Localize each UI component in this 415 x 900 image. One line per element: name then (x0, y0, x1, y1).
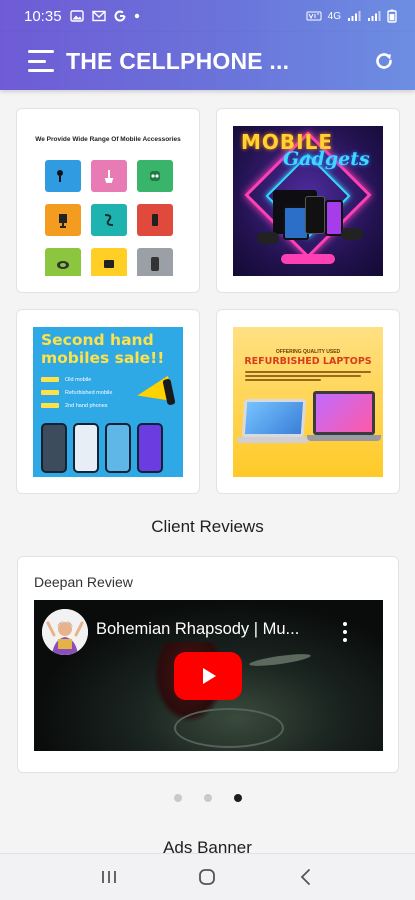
wireless-charger-icon (45, 247, 81, 276)
second-hand-headline: Second hand mobiles sale!! (41, 330, 165, 367)
gallery-icon (69, 10, 84, 22)
promo-card-accessories[interactable]: We Provide Wide Range Of Mobile Accessor… (16, 108, 200, 293)
earphone-icon (45, 159, 81, 192)
review-card: Deepan Review Bohemian Rhapsody | Mu... (17, 556, 399, 773)
status-right: 4G (306, 9, 397, 23)
refresh-icon[interactable] (369, 46, 399, 76)
status-left: 10:35 (24, 8, 140, 25)
phone-image (137, 422, 163, 473)
app-screen: 10:35 4G THE CELLPHONE ... We Provide Wi… (0, 0, 415, 900)
signal-icon (367, 10, 381, 22)
adapter-icon (91, 247, 127, 276)
status-time: 10:35 (24, 7, 62, 25)
laptop-image (241, 398, 307, 437)
charger-icon (91, 159, 127, 192)
vowifi-icon (306, 10, 322, 22)
promo-card-gadgets[interactable]: MOBILE Gadgets (216, 108, 400, 293)
channel-avatar[interactable] (42, 609, 88, 655)
laptops-subtitle: OFFERING QUALITY USED (275, 348, 341, 355)
second-hand-item: Refurbished mobile (41, 390, 112, 396)
play-icon[interactable] (174, 652, 242, 700)
laptop-image (313, 390, 375, 435)
recents-icon[interactable] (94, 862, 124, 892)
laptops-description-lines (245, 370, 371, 383)
laptops-headline: REFURBISHED LAPTOPS (244, 355, 372, 367)
accessory-tiles (45, 159, 173, 276)
second-hand-item: Old mobile (41, 377, 91, 383)
cable-icon (91, 203, 127, 236)
gamepad-image (257, 231, 279, 244)
home-icon[interactable] (192, 862, 222, 892)
promo-card-second-hand[interactable]: Second hand mobiles sale!! Old mobile Re… (16, 309, 200, 494)
app-title: THE CELLPHONE ... (66, 47, 290, 74)
promo-card-laptops[interactable]: OFFERING QUALITY USED REFURBISHED LAPTOP… (216, 309, 400, 494)
network-label: 4G (327, 10, 341, 22)
promo-grid: We Provide Wide Range Of Mobile Accessor… (16, 108, 400, 494)
second-hand-item: 2nd hand phones (41, 403, 108, 409)
hamburger-menu-icon[interactable] (28, 50, 54, 72)
power-bank-icon (137, 203, 173, 236)
app-bar: THE CELLPHONE ... (0, 32, 415, 90)
carousel-dot[interactable] (173, 794, 182, 802)
battery-icon (387, 9, 397, 23)
carousel-dot-active[interactable] (233, 794, 242, 802)
carousel-dot[interactable] (203, 794, 212, 802)
reviewer-name: Deepan Review (34, 574, 133, 590)
phone-image (41, 422, 67, 473)
phone-image (325, 199, 343, 236)
laptop-base (307, 434, 381, 441)
phone-case-icon (137, 247, 173, 276)
video-title: Bohemian Rhapsody | Mu... (96, 620, 300, 638)
status-bar: 10:35 4G (0, 0, 415, 32)
accessories-banner: We Provide Wide Range Of Mobile Accessor… (33, 125, 183, 276)
phone-holder-icon (45, 203, 81, 236)
carousel-dots (0, 794, 415, 802)
dot-icon (134, 13, 140, 19)
laptop-base (237, 436, 309, 443)
g-logo-icon (114, 10, 126, 22)
gamepad-image (341, 227, 363, 240)
mail-icon (91, 10, 106, 22)
laptops-banner: OFFERING QUALITY USED REFURBISHED LAPTOP… (233, 326, 383, 477)
second-hand-banner: Second hand mobiles sale!! Old mobile Re… (33, 326, 183, 477)
more-options-icon[interactable] (340, 622, 350, 642)
phone-image (305, 195, 325, 234)
accessories-title: We Provide Wide Range Of Mobile Accessor… (35, 135, 181, 143)
earbuds-icon (137, 159, 173, 192)
client-reviews-title: Client Reviews (151, 517, 264, 536)
signal-icon (347, 10, 361, 22)
gadgets-badge (281, 253, 335, 264)
youtube-video-player[interactable]: Bohemian Rhapsody | Mu... (34, 600, 383, 751)
drum-shape (174, 708, 284, 748)
gadgets-word-gadgets: Gadgets (283, 147, 370, 170)
system-nav-bar (0, 853, 415, 900)
phone-image (73, 422, 99, 473)
back-icon[interactable] (291, 862, 321, 892)
gadgets-banner: MOBILE Gadgets (233, 125, 383, 276)
phone-image (105, 422, 131, 473)
